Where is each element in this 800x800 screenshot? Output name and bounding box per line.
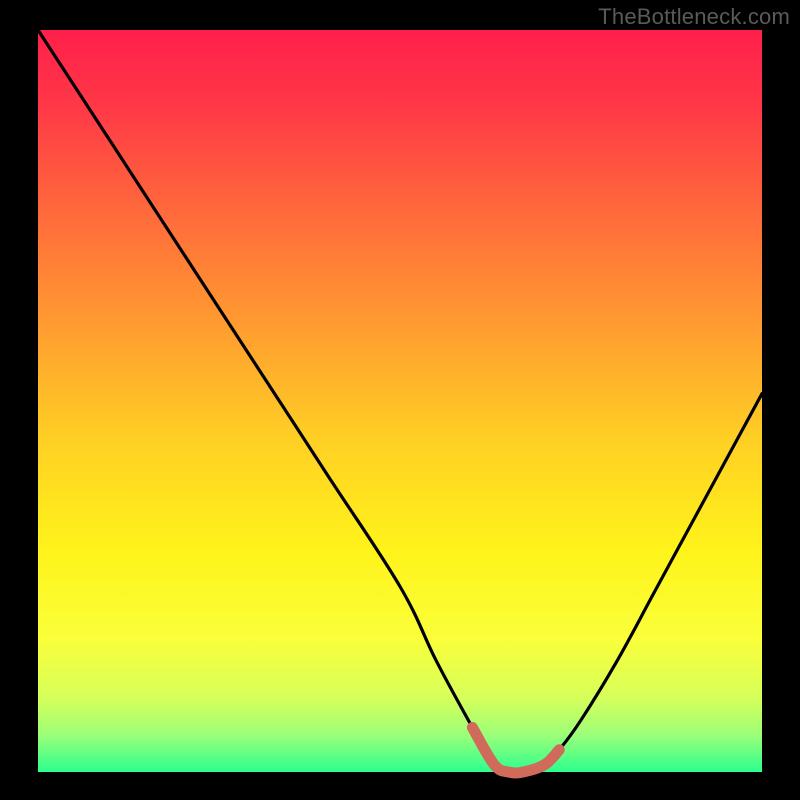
chart-container: TheBottleneck.com — [0, 0, 800, 800]
bottleneck-chart — [0, 0, 800, 800]
watermark-text: TheBottleneck.com — [598, 4, 790, 30]
plot-background — [38, 30, 762, 772]
